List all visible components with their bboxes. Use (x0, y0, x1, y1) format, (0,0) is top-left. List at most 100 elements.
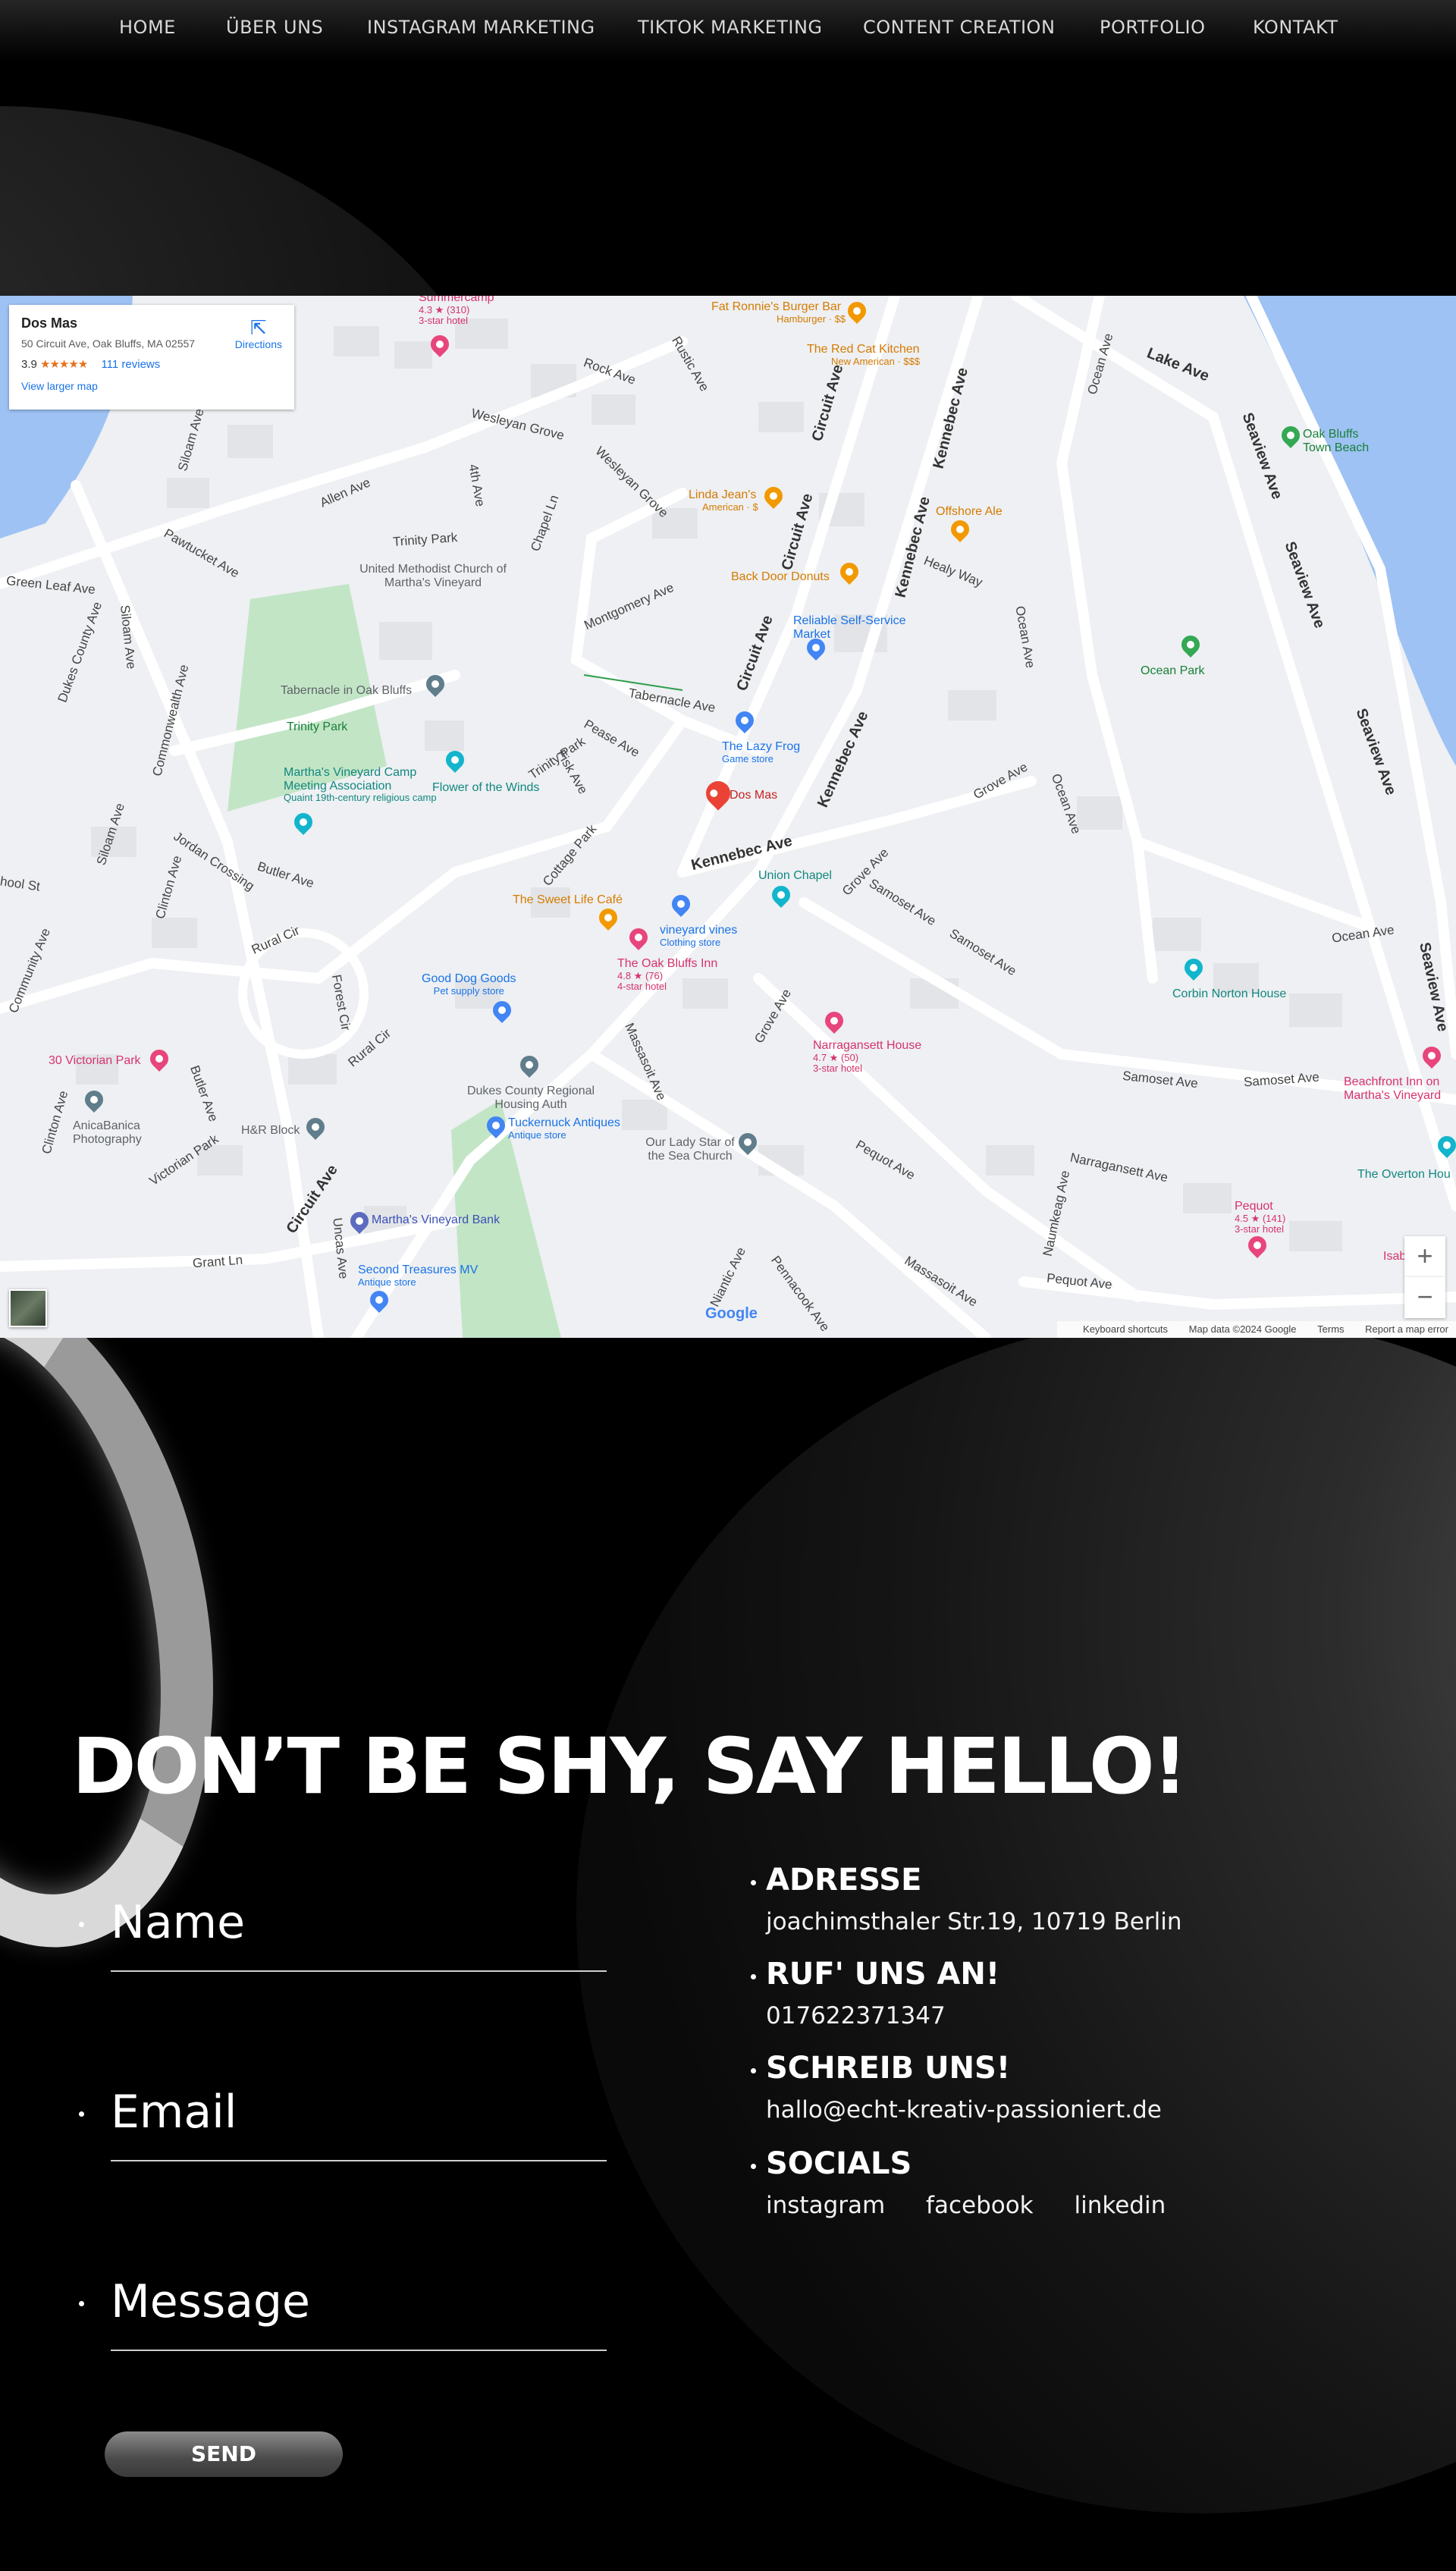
contact-email: SCHREIB UNS! hallo@echt-kreativ-passioni… (751, 2051, 1162, 2124)
poi-good-dog[interactable]: Good Dog Goods Pet supply store (422, 972, 516, 997)
poi-anicabanica[interactable]: AnicaBanica Photography (73, 1119, 164, 1146)
poi-vineyard-vines[interactable]: vineyard vines Clothing store (660, 924, 737, 948)
phone-value[interactable]: 017622371347 (751, 2002, 999, 2029)
map-footer: Keyboard shortcuts Map data ©2024 Google… (1057, 1321, 1456, 1338)
contact-section: DON’T BE SHY, SAY HELLO! Name Email Mess… (0, 1338, 1456, 2571)
reviews-link[interactable]: 111 reviews (101, 358, 160, 371)
zoom-in-button[interactable]: + (1404, 1236, 1445, 1277)
map-data-attribution: Map data ©2024 Google (1188, 1323, 1297, 1335)
poi-dukes-housing[interactable]: Dukes County Regional Housing Auth (463, 1085, 599, 1111)
decorative-metal-ring (0, 1338, 271, 1986)
poi-sub: 4.5 ★ (141) (1235, 1212, 1286, 1224)
poi-oak-bluffs-inn[interactable]: The Oak Bluffs Inn 4.8 ★ (76) 4-star hot… (617, 957, 717, 992)
message-label: Message (79, 2275, 605, 2328)
poi-beachfront-inn[interactable]: Beachfront Inn on Martha's Vineyard (1344, 1075, 1456, 1102)
message-underline (111, 2350, 607, 2351)
rating-stars: ★★★★★ (40, 358, 88, 371)
poi-offshore-ale[interactable]: Offshore Ale (936, 505, 1003, 519)
poi-tuckernuck[interactable]: Tuckernuck Antiques Antique store (508, 1116, 620, 1141)
facebook-link[interactable]: facebook (926, 2192, 1034, 2219)
water-harbor (1244, 296, 1456, 766)
poi-name: Tuckernuck Antiques (508, 1116, 620, 1129)
keyboard-shortcuts-link[interactable]: Keyboard shortcuts (1083, 1323, 1168, 1335)
poi-overton[interactable]: The Overton Hou (1357, 1168, 1451, 1182)
poi-our-lady[interactable]: Our Lady Star of the Sea Church (637, 1136, 743, 1163)
view-larger-map-link[interactable]: View larger map (21, 380, 282, 392)
email-heading: SCHREIB UNS! (751, 2051, 1162, 2086)
email-underline (111, 2160, 607, 2161)
poi-victorian-park[interactable]: 30 Victorian Park (49, 1054, 141, 1068)
poi-oak-bluffs-beach[interactable]: Oak Bluffs Town Beach (1303, 428, 1386, 454)
poi-sub: Antique store (358, 1276, 416, 1288)
email-field[interactable]: Email (79, 2086, 607, 2161)
poi-united-methodist[interactable]: United Methodist Church of Martha's Vine… (353, 563, 513, 589)
poi-sub: New American · $$$ (831, 355, 921, 367)
report-error-link[interactable]: Report a map error (1365, 1323, 1448, 1335)
message-field[interactable]: Message (79, 2275, 607, 2351)
poi-second-treasures[interactable]: Second Treasures MV Antique store (358, 1264, 478, 1288)
poi-sub: Pet supply store (433, 984, 504, 997)
poi-sub: American · $ (702, 501, 758, 513)
directions-button[interactable]: ⇱ Directions (235, 317, 282, 350)
poi-name: Good Dog Goods (422, 972, 516, 985)
poi-summercamp[interactable]: Summercamp 4.3 ★ (310) 3-star hotel (419, 296, 494, 326)
poi-name: Linda Jean's (689, 488, 757, 501)
poi-mv-bank[interactable]: Martha's Vineyard Bank (372, 1213, 500, 1227)
google-wordmark: Google (705, 1305, 758, 1322)
nav-tiktok-marketing[interactable]: TIKTOK MARKETING (638, 17, 823, 38)
map-place-card: Dos Mas 50 Circuit Ave, Oak Bluffs, MA 0… (9, 305, 294, 410)
poi-sub: Antique store (508, 1129, 566, 1141)
rating-value: 3.9 (21, 358, 37, 371)
poi-ocean-park[interactable]: Ocean Park (1141, 664, 1204, 678)
socials-links: instagram facebook linkedin (751, 2192, 1199, 2219)
zoom-out-button[interactable]: − (1404, 1277, 1445, 1318)
poi-name: Fat Ronnie's Burger Bar (711, 300, 842, 313)
poi-hr-block[interactable]: H&R Block (241, 1124, 300, 1138)
poi-name: Pequot (1235, 1200, 1273, 1213)
nav-portfolio[interactable]: PORTFOLIO (1100, 17, 1206, 38)
poi-name: The Lazy Frog (722, 740, 801, 753)
poi-sub: 4.3 ★ (310) (419, 303, 470, 315)
poi-narragansett-house[interactable]: Narragansett House 4.7 ★ (50) 3-star hot… (813, 1039, 921, 1074)
name-label: Name (79, 1896, 605, 1949)
poi-dos-mas[interactable]: Dos Mas (730, 789, 777, 802)
email-value[interactable]: hallo@echt-kreativ-passioniert.de (751, 2096, 1162, 2124)
poi-pequot[interactable]: Pequot 4.5 ★ (141) 3-star hotel (1235, 1200, 1285, 1235)
google-map-embed[interactable]: Dos Mas 50 Circuit Ave, Oak Bluffs, MA 0… (0, 296, 1456, 1338)
poi-union-chapel[interactable]: Union Chapel (758, 869, 832, 883)
nav-kontakt[interactable]: KONTAKT (1253, 17, 1338, 38)
google-logo: Google (705, 1305, 758, 1323)
poi-sub: Game store (722, 752, 774, 764)
send-button[interactable]: SEND (105, 2431, 343, 2477)
nav-instagram-marketing[interactable]: INSTAGRAM MARKETING (367, 17, 595, 38)
poi-back-door-donuts[interactable]: Back Door Donuts (731, 570, 830, 584)
poi-red-cat[interactable]: The Red Cat Kitchen New American · $$$ (807, 343, 920, 367)
name-underline (111, 1970, 607, 1972)
nav-content-creation[interactable]: CONTENT CREATION (863, 17, 1055, 38)
nav-ueber-uns[interactable]: ÜBER UNS (226, 17, 323, 38)
poi-linda-jeans[interactable]: Linda Jean's American · $ (689, 488, 758, 513)
top-navigation: HOME ÜBER UNS INSTAGRAM MARKETING TIKTOK… (0, 0, 1456, 61)
poi-trinity-park[interactable]: Trinity Park (287, 720, 347, 734)
place-rating: 3.9 ★★★★★ 111 reviews (21, 357, 282, 371)
poi-sub: Hamburger · $$ (777, 312, 846, 325)
poi-isab[interactable]: Isab (1383, 1250, 1406, 1264)
nav-home[interactable]: HOME (119, 17, 176, 38)
terms-link[interactable]: Terms (1317, 1323, 1344, 1335)
instagram-link[interactable]: instagram (766, 2192, 885, 2219)
poi-flower-winds[interactable]: Flower of the Winds (432, 781, 539, 795)
map-canvas[interactable] (0, 296, 1456, 1338)
poi-corbin-norton[interactable]: Corbin Norton House (1172, 987, 1286, 1001)
poi-sub: 3-star hotel (419, 314, 469, 326)
contact-socials: SOCIALS instagram facebook linkedin (751, 2146, 1199, 2219)
poi-lazy-frog[interactable]: The Lazy Frog Game store (722, 740, 800, 764)
email-label: Email (79, 2086, 605, 2139)
poi-reliable-market[interactable]: Reliable Self-Service Market (793, 614, 915, 641)
satellite-toggle[interactable] (9, 1289, 47, 1327)
poi-fat-ronnies[interactable]: Fat Ronnie's Burger Bar Hamburger · $$ (711, 300, 846, 325)
poi-camp-meeting[interactable]: Martha's Vineyard Camp Meeting Associati… (284, 766, 443, 803)
poi-tabernacle[interactable]: Tabernacle in Oak Bluffs (281, 684, 412, 698)
name-field[interactable]: Name (79, 1896, 607, 1972)
linkedin-link[interactable]: linkedin (1075, 2192, 1166, 2219)
poi-sweet-life[interactable]: The Sweet Life Café (513, 893, 623, 907)
